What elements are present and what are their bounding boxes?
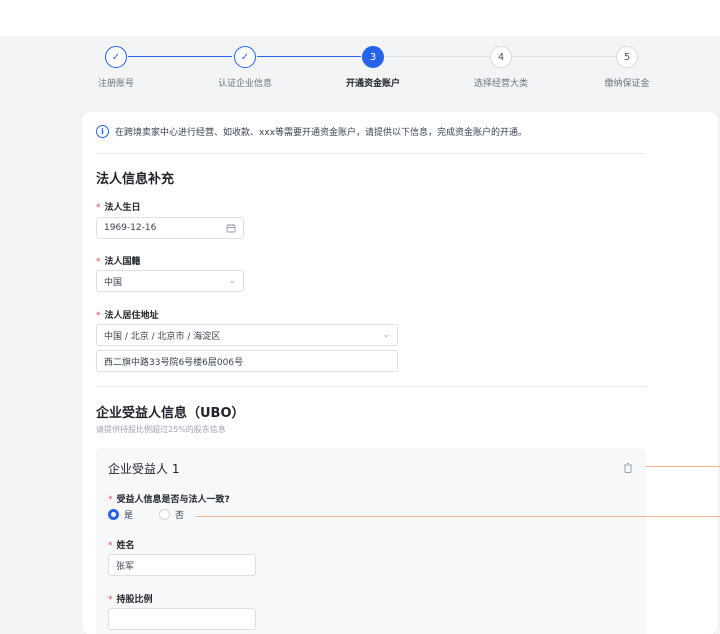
step-label: 注册账号 <box>97 79 134 89</box>
step-label: 开通资金账户 <box>345 79 400 89</box>
address-detail-value: 西二旗中路33号院6号楼6层006号 <box>104 357 244 368</box>
radio-yes-label: 是 <box>124 511 134 521</box>
nationality-select[interactable]: 中国 ⌄ <box>96 270 244 292</box>
chevron-down-icon: ⌄ <box>382 330 390 340</box>
annotation-line <box>646 466 720 467</box>
same-as-legal-radio-group: 是 否 <box>108 508 184 521</box>
section-title-ubo: 企业受益人信息（UBO） <box>96 406 245 421</box>
check-icon: ✓ <box>234 46 256 68</box>
chevron-down-icon: ⌄ <box>228 276 236 286</box>
same-as-legal-label: * 受益人信息是否与法人一致? <box>108 495 230 505</box>
calendar-icon <box>226 224 236 233</box>
trash-icon[interactable] <box>622 462 634 474</box>
beneficiary-name-value: 张军 <box>116 561 135 572</box>
name-label: * 姓名 <box>108 541 135 551</box>
step-category: 4 选择经营大类 <box>451 46 551 89</box>
birthday-label: * 法人生日 <box>96 203 141 213</box>
step-label: 认证企业信息 <box>217 79 272 89</box>
section-subtitle-ubo: 请提供持股比例超过25%的股东信息 <box>96 425 226 434</box>
step-number: 4 <box>490 46 512 68</box>
beneficiary-name-input[interactable]: 张军 <box>108 554 256 576</box>
radio-no-label: 否 <box>175 511 185 521</box>
share-ratio-label: * 持股比例 <box>108 595 153 605</box>
radio-no[interactable]: 否 <box>159 508 184 521</box>
beneficiary-card: 企业受益人 1 * 受益人信息是否与法人一致? 是 否 * 姓名 张军 * 持股比例 <box>96 448 646 634</box>
nationality-label: * 法人国籍 <box>96 257 141 267</box>
form-card: i 在跨境卖家中心进行经营、如收款、xxx等需要开通资金账户，请提供以下信息，完… <box>82 112 718 634</box>
step-deposit: 5 缴纳保证金 <box>577 46 677 89</box>
radio-unchecked-icon <box>159 509 171 520</box>
divider <box>96 386 646 387</box>
radio-checked-icon <box>108 509 119 520</box>
info-notice: i 在跨境卖家中心进行经营、如收款、xxx等需要开通资金账户，请提供以下信息，完… <box>96 125 527 138</box>
address-region-value: 中国 / 北京 / 北京市 / 海淀区 <box>104 331 221 342</box>
info-icon: i <box>96 125 109 138</box>
radio-yes[interactable]: 是 <box>108 508 133 521</box>
step-verify: ✓ 认证企业信息 <box>195 46 295 89</box>
divider <box>96 153 646 154</box>
step-number: 3 <box>362 46 384 68</box>
section-title-legal: 法人信息补充 <box>96 172 175 187</box>
step-number: 5 <box>616 46 638 68</box>
check-icon: ✓ <box>105 46 127 68</box>
step-open-account: 3 开通资金账户 <box>323 46 423 89</box>
notice-text: 在跨境卖家中心进行经营、如收款、xxx等需要开通资金账户，请提供以下信息，完成资… <box>115 128 527 138</box>
step-label: 选择经营大类 <box>473 79 528 89</box>
top-bar <box>0 0 720 36</box>
birthday-value: 1969-12-16 <box>104 223 157 233</box>
beneficiary-title: 企业受益人 1 <box>108 462 180 476</box>
step-register: ✓ 注册账号 <box>66 46 166 89</box>
annotation-line <box>196 516 720 517</box>
share-ratio-input[interactable] <box>108 608 256 630</box>
nationality-value: 中国 <box>104 277 123 288</box>
address-label: * 法人居住地址 <box>96 311 159 321</box>
progress-stepper: ✓ 注册账号 ✓ 认证企业信息 3 开通资金账户 4 选择经营大类 5 缴纳保证… <box>0 36 720 100</box>
address-region-select[interactable]: 中国 / 北京 / 北京市 / 海淀区 ⌄ <box>96 324 398 346</box>
step-label: 缴纳保证金 <box>604 79 650 89</box>
address-detail-input[interactable]: 西二旗中路33号院6号楼6层006号 <box>96 350 398 372</box>
birthday-date-picker[interactable]: 1969-12-16 <box>96 217 244 239</box>
